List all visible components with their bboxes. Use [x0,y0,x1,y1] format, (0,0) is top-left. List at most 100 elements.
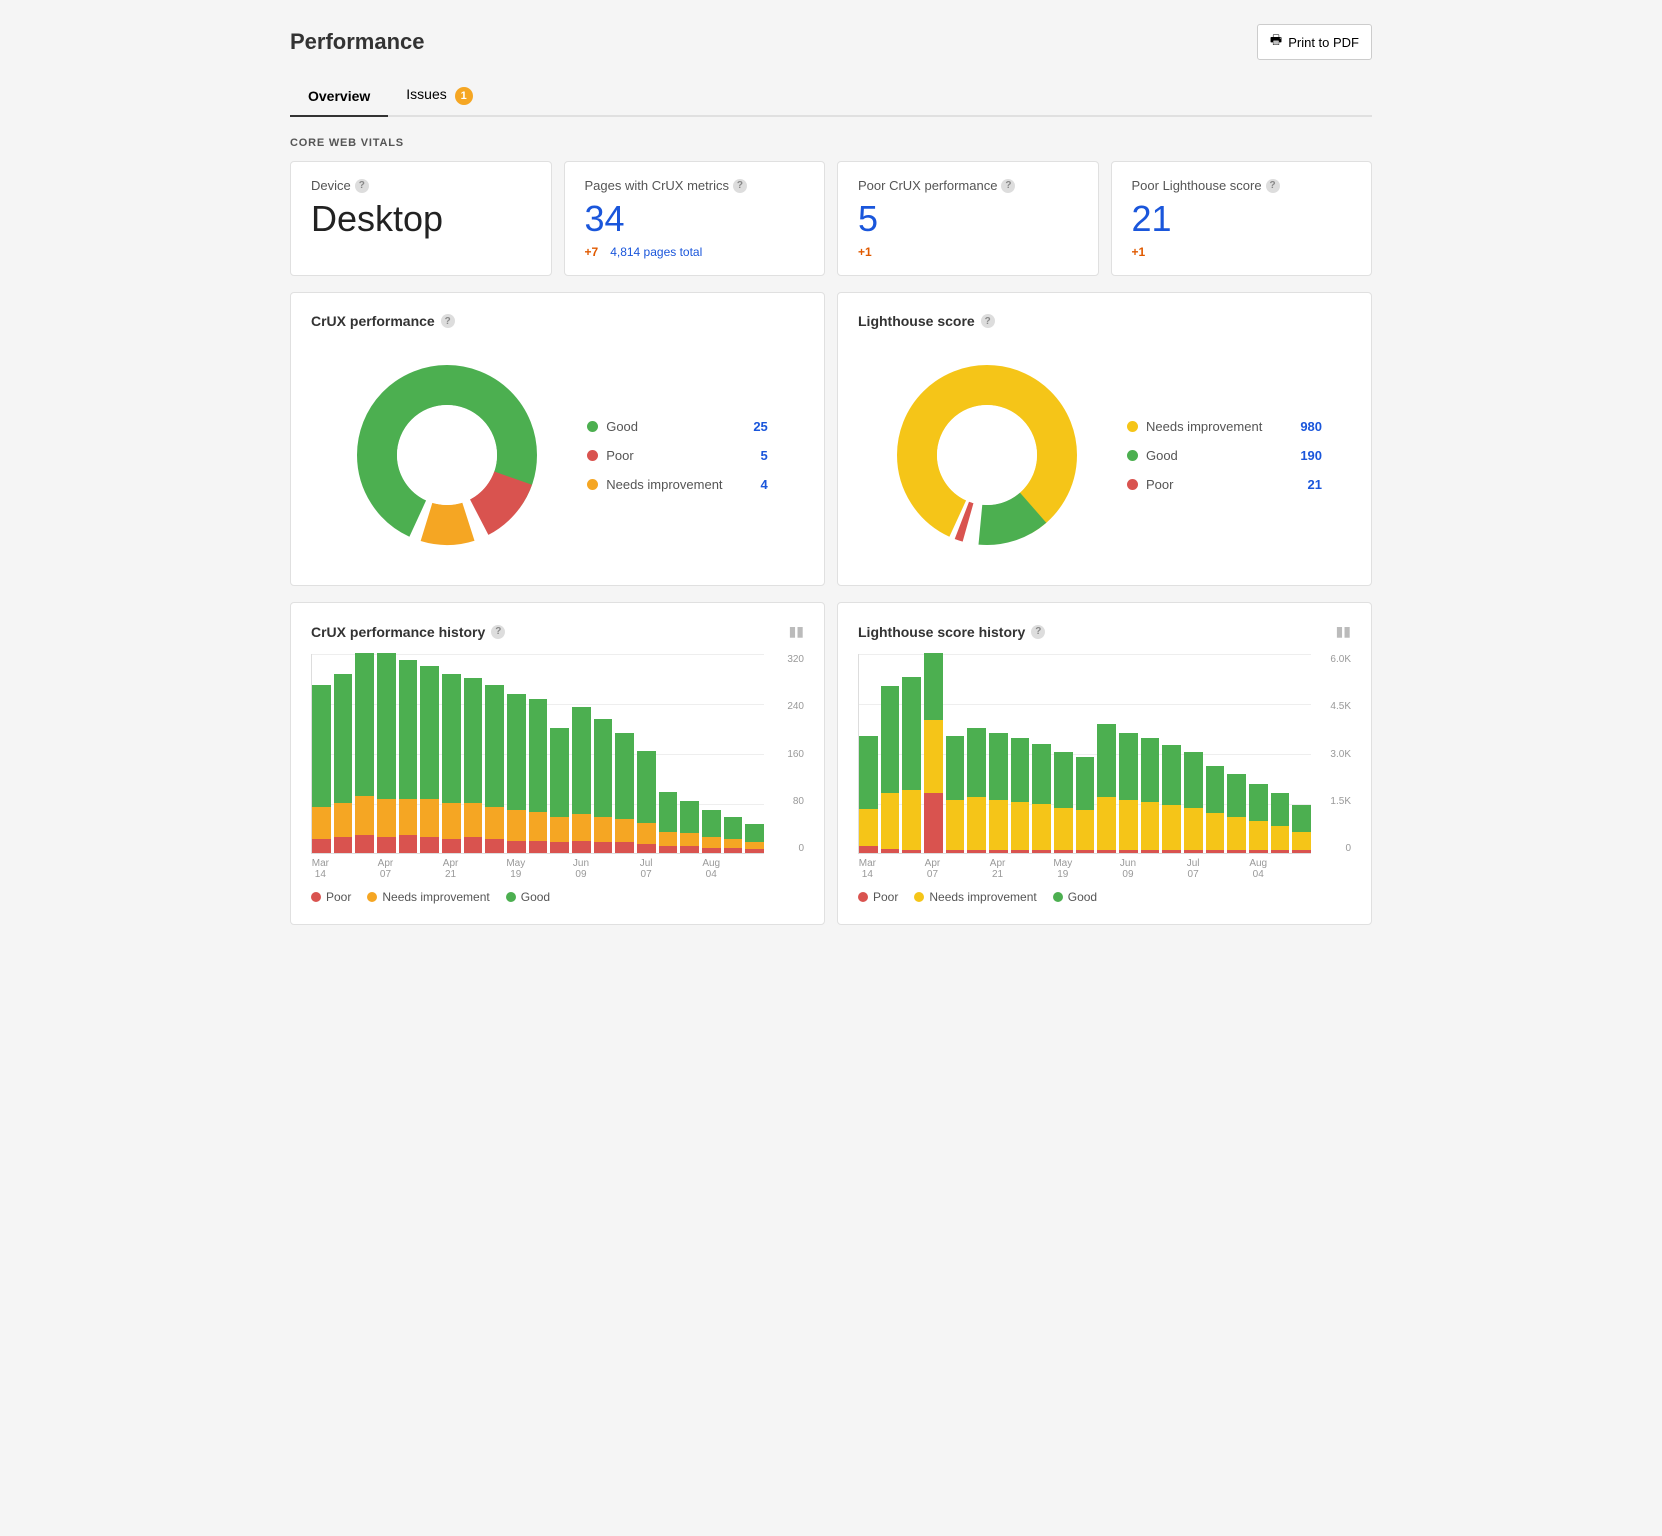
bar-group[interactable] [1184,752,1203,853]
bar-segment-poor [924,793,943,853]
bar-group[interactable] [724,817,743,853]
lighthouse-history-title: Lighthouse score history ? [858,624,1045,640]
bar-segment-poor [1011,850,1030,853]
lighthouse-donut-help-icon[interactable]: ? [981,314,995,328]
bar-group[interactable] [550,728,569,853]
poor-lighthouse-help-icon[interactable]: ? [1266,179,1280,193]
x-label: May 19 [1053,858,1072,880]
device-help-icon[interactable]: ? [355,179,369,193]
bar-segment-good [702,810,721,837]
bar-group[interactable] [659,792,678,853]
poor-crux-help-icon[interactable]: ? [1001,179,1015,193]
bar-segment-good [902,677,921,790]
bar-segment-poor [946,850,965,853]
bar-group[interactable] [902,677,921,853]
bar-group[interactable] [507,694,526,853]
x-label [398,858,417,880]
lighthouse-legend-poor: Poor 21 [1127,477,1322,492]
bar-group[interactable] [859,736,878,853]
bar-group[interactable] [1227,774,1246,853]
bar-group[interactable] [702,810,721,853]
bar-segment-good [1054,752,1073,808]
bar-segment-poor [637,844,656,853]
bar-group[interactable] [1249,784,1268,853]
bar-group[interactable] [680,801,699,853]
x-label [945,858,964,880]
bar-group[interactable] [1054,752,1073,853]
bar-segment-poor [572,841,591,854]
bar-group[interactable] [637,751,656,853]
bar-group[interactable] [1271,793,1290,853]
bar-group[interactable] [420,666,439,853]
bar-group[interactable] [615,733,634,853]
x-label [1162,858,1181,880]
tab-issues[interactable]: Issues 1 [388,76,490,117]
print-to-pdf-button[interactable]: 🖶 Print to PDF [1257,24,1372,60]
bar-segment-good [1249,784,1268,821]
lh-hist-legend-poor-dot [858,892,868,902]
bar-segment-poor [1206,850,1225,853]
bar-group[interactable] [529,699,548,853]
lh-hist-legend-good-dot [1053,892,1063,902]
bar-group[interactable] [989,733,1008,853]
bar-segment-needs [924,720,943,793]
bar-group[interactable] [881,686,900,853]
lighthouse-history-help-icon[interactable]: ? [1031,625,1045,639]
bar-group[interactable] [485,685,504,853]
bar-group[interactable] [1011,738,1030,853]
bar-segment-good [572,707,591,814]
bar-group[interactable] [334,674,353,853]
bar-segment-poor [1249,850,1268,853]
bar-group[interactable] [377,653,396,853]
tab-overview[interactable]: Overview [290,76,388,117]
bar-group[interactable] [946,736,965,853]
crux-history-help-icon[interactable]: ? [491,625,505,639]
crux-hist-legend-needs-dot [367,892,377,902]
lh-hist-legend-good: Good [1053,890,1097,904]
bar-group[interactable] [1206,766,1225,853]
bar-segment-poor [399,835,418,853]
bar-segment-needs [637,823,656,844]
bar-segment-needs [1227,817,1246,850]
bar-group[interactable] [355,653,374,853]
lh-hist-legend-poor: Poor [858,890,898,904]
x-label [354,858,373,880]
bar-group[interactable] [594,719,613,853]
bar-group[interactable] [1076,757,1095,853]
bar-segment-poor [334,837,353,853]
x-label [1227,858,1246,880]
bar-segment-needs [377,799,396,837]
crux-donut-title: CrUX performance ? [311,313,804,329]
bar-group[interactable] [924,653,943,853]
crux-donut-help-icon[interactable]: ? [441,314,455,328]
bar-segment-good [745,824,764,842]
bar-group[interactable] [1162,745,1181,853]
lighthouse-history-legend: Poor Needs improvement Good [858,890,1351,904]
bar-group[interactable] [967,728,986,853]
bar-segment-good [659,792,678,831]
bar-group[interactable] [745,824,764,853]
bar-group[interactable] [1119,733,1138,853]
bar-group[interactable] [1141,738,1160,853]
bar-segment-good [859,736,878,809]
poor-lighthouse-value: 21 [1132,201,1352,237]
bar-group[interactable] [1097,724,1116,853]
lighthouse-legend-needs-dot [1127,421,1138,432]
bar-group[interactable] [1292,805,1311,853]
bar-group[interactable] [442,674,461,853]
crux-hist-legend-good: Good [506,890,550,904]
bar-group[interactable] [312,685,331,853]
crux-history-chart-icon[interactable]: ▮▮ [789,623,804,640]
bar-segment-poor [464,837,483,853]
bar-segment-needs [420,799,439,837]
bar-group[interactable] [572,707,591,853]
lighthouse-history-chart-icon[interactable]: ▮▮ [1336,623,1351,640]
bar-segment-good [1227,774,1246,817]
lh-hist-legend-needs-dot [914,892,924,902]
bar-segment-needs [594,817,613,842]
poor-crux-label: Poor CrUX performance ? [858,178,1078,193]
bar-group[interactable] [399,660,418,853]
bar-group[interactable] [464,678,483,853]
crux-pages-help-icon[interactable]: ? [733,179,747,193]
bar-group[interactable] [1032,744,1051,853]
